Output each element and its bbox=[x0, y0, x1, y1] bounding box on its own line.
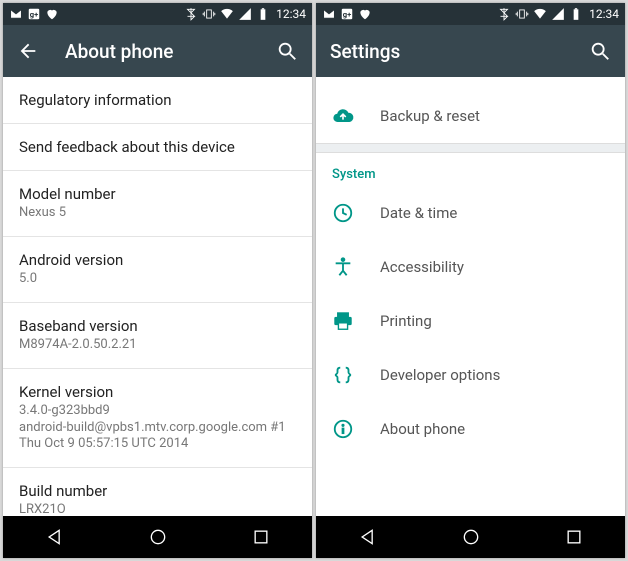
row-model[interactable]: Model number Nexus 5 bbox=[3, 171, 312, 237]
google-plus-icon: g+ bbox=[340, 7, 354, 21]
row-title: Send feedback about this device bbox=[19, 138, 296, 156]
row-value: LRX21O bbox=[19, 502, 296, 516]
row-title: Kernel version bbox=[19, 383, 296, 401]
bluetooth-icon bbox=[184, 7, 198, 21]
nav-recents-icon[interactable] bbox=[563, 526, 585, 548]
row-accessibility[interactable]: Accessibility bbox=[316, 240, 625, 294]
battery-icon bbox=[569, 7, 583, 21]
accessibility-icon bbox=[332, 256, 354, 278]
vibrate-icon bbox=[202, 7, 216, 21]
section-divider bbox=[316, 143, 625, 153]
heart-icon bbox=[45, 7, 59, 21]
row-title: Baseband version bbox=[19, 317, 296, 335]
signal-icon bbox=[551, 7, 565, 21]
app-bar: Settings bbox=[316, 25, 625, 77]
row-feedback[interactable]: Send feedback about this device bbox=[3, 124, 312, 171]
svg-text:g+: g+ bbox=[343, 10, 351, 19]
row-label: Printing bbox=[380, 312, 432, 330]
row-label: About phone bbox=[380, 420, 465, 438]
wifi-icon bbox=[533, 7, 547, 21]
row-regulatory[interactable]: Regulatory information bbox=[3, 77, 312, 124]
row-label: Date & time bbox=[380, 204, 457, 222]
row-baseband[interactable]: Baseband version M8974A-2.0.50.2.21 bbox=[3, 303, 312, 369]
printer-icon bbox=[332, 310, 354, 332]
settings-list: Backup & reset System Date & time Access… bbox=[316, 77, 625, 516]
about-list: Regulatory information Send feedback abo… bbox=[3, 77, 312, 516]
row-backup-reset[interactable]: Backup & reset bbox=[316, 89, 625, 143]
page-title: About phone bbox=[65, 40, 250, 63]
row-value: 3.4.0-g323bbd9 android-build@vpbs1.mtv.c… bbox=[19, 403, 296, 454]
app-bar: About phone bbox=[3, 25, 312, 77]
svg-text:g+: g+ bbox=[30, 10, 38, 19]
bluetooth-icon bbox=[497, 7, 511, 21]
row-printing[interactable]: Printing bbox=[316, 294, 625, 348]
phone-settings: g+ 12:34 Settings Backup & reset System bbox=[316, 3, 625, 558]
navigation-bar bbox=[3, 516, 312, 558]
row-label: Developer options bbox=[380, 366, 500, 384]
mail-icon bbox=[9, 7, 23, 21]
row-developer-options[interactable]: Developer options bbox=[316, 348, 625, 402]
signal-icon bbox=[238, 7, 252, 21]
row-build[interactable]: Build number LRX21O bbox=[3, 468, 312, 516]
clock: 12:34 bbox=[589, 7, 619, 21]
status-bar: g+ 12:34 bbox=[3, 3, 312, 25]
cloud-upload-icon bbox=[332, 105, 354, 127]
vibrate-icon bbox=[515, 7, 529, 21]
info-icon bbox=[332, 418, 354, 440]
battery-icon bbox=[256, 7, 270, 21]
clock-icon bbox=[332, 202, 354, 224]
row-value: 5.0 bbox=[19, 271, 296, 288]
phone-about: g+ 12:34 About phone Regulatory informat… bbox=[3, 3, 312, 558]
google-plus-icon: g+ bbox=[27, 7, 41, 21]
heart-icon bbox=[358, 7, 372, 21]
status-bar: g+ 12:34 bbox=[316, 3, 625, 25]
search-icon[interactable] bbox=[589, 40, 611, 62]
row-title: Build number bbox=[19, 482, 296, 500]
row-value: Nexus 5 bbox=[19, 205, 296, 222]
nav-back-icon[interactable] bbox=[44, 526, 66, 548]
row-title: Model number bbox=[19, 185, 296, 203]
page-title: Settings bbox=[330, 40, 563, 63]
row-title: Regulatory information bbox=[19, 91, 296, 109]
back-icon[interactable] bbox=[17, 40, 39, 62]
nav-back-icon[interactable] bbox=[357, 526, 379, 548]
row-label: Accessibility bbox=[380, 258, 464, 276]
search-icon[interactable] bbox=[276, 40, 298, 62]
row-date-time[interactable]: Date & time bbox=[316, 186, 625, 240]
mail-icon bbox=[322, 7, 336, 21]
nav-home-icon[interactable] bbox=[147, 526, 169, 548]
wifi-icon bbox=[220, 7, 234, 21]
row-about-phone[interactable]: About phone bbox=[316, 402, 625, 456]
row-value: M8974A-2.0.50.2.21 bbox=[19, 337, 296, 354]
nav-recents-icon[interactable] bbox=[250, 526, 272, 548]
row-label: Backup & reset bbox=[380, 107, 480, 125]
row-android-version[interactable]: Android version 5.0 bbox=[3, 237, 312, 303]
navigation-bar bbox=[316, 516, 625, 558]
row-title: Android version bbox=[19, 251, 296, 269]
nav-home-icon[interactable] bbox=[460, 526, 482, 548]
row-kernel[interactable]: Kernel version 3.4.0-g323bbd9 android-bu… bbox=[3, 369, 312, 469]
braces-icon bbox=[332, 364, 354, 386]
section-header-system: System bbox=[316, 153, 625, 186]
clock: 12:34 bbox=[276, 7, 306, 21]
